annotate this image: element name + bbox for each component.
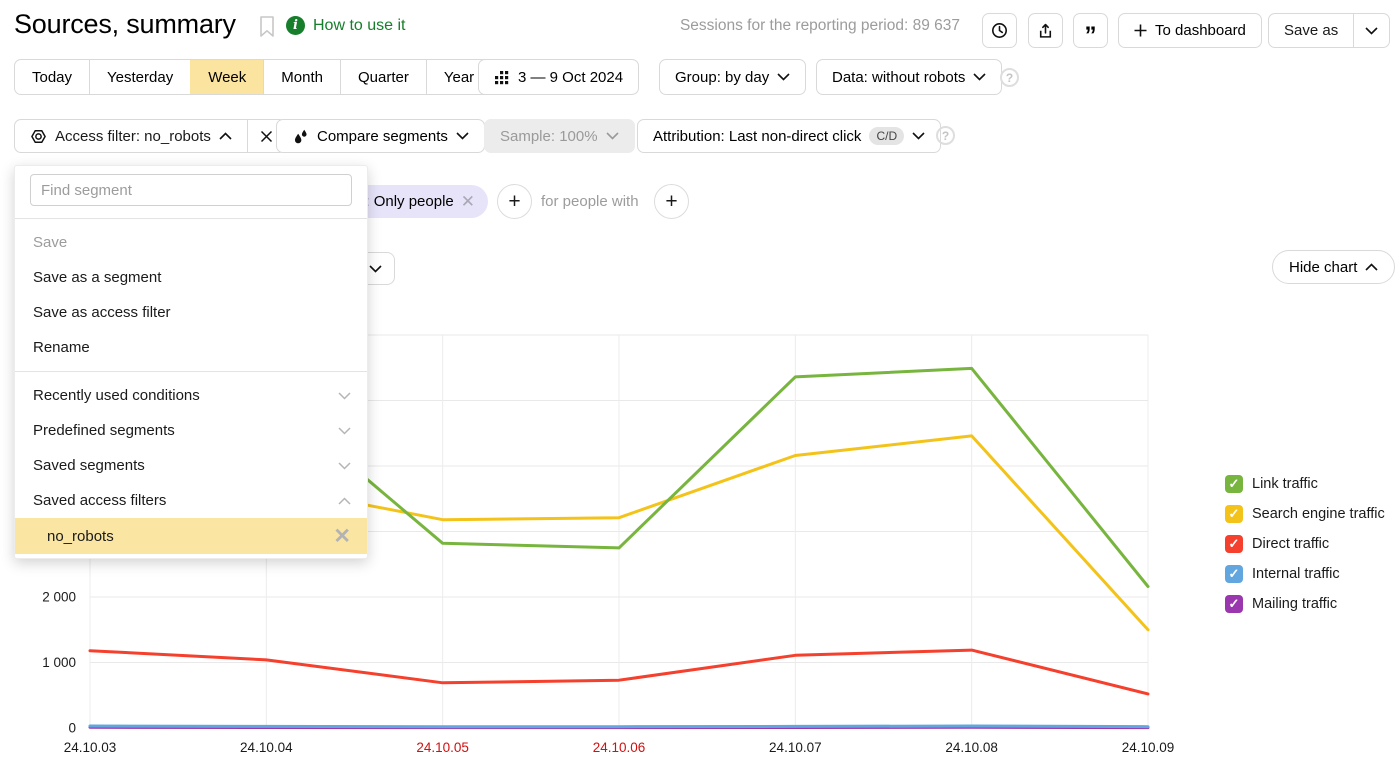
- segment-dropdown-panel: SaveSave as a segmentSave as access filt…: [14, 165, 368, 559]
- legend-item: ✓ Mailing traffic: [1225, 594, 1337, 614]
- sources-summary-page: Sources, summary i How to use it Session…: [0, 0, 1400, 765]
- legend-label: Link traffic: [1252, 476, 1318, 492]
- legend-checkbox[interactable]: ✓: [1225, 505, 1243, 523]
- saved-filter-no_robots[interactable]: no_robots✕: [15, 518, 367, 554]
- menu-group-recently-used-conditions[interactable]: Recently used conditions: [15, 378, 367, 413]
- menu-item-save-as-access-filter[interactable]: Save as access filter: [15, 295, 367, 330]
- menu-group-saved-access-filters[interactable]: Saved access filters: [15, 483, 367, 518]
- segment-search-input[interactable]: [30, 174, 352, 206]
- x-axis-label: 24.10.08: [945, 740, 998, 755]
- menu-item-rename[interactable]: Rename: [15, 330, 367, 365]
- divider: [15, 218, 367, 219]
- legend-checkbox[interactable]: ✓: [1225, 475, 1243, 493]
- chart-line-internal-traffic: [90, 726, 1148, 727]
- x-axis-label: 24.10.03: [64, 740, 117, 755]
- legend-label: Internal traffic: [1252, 566, 1340, 582]
- x-axis-label: 24.10.09: [1122, 740, 1175, 755]
- chevron-down-icon: [338, 462, 351, 470]
- chevron-down-icon: [338, 392, 351, 400]
- y-axis-label: 0: [68, 721, 76, 736]
- x-axis-label: 24.10.07: [769, 740, 822, 755]
- y-axis-label: 2 000: [42, 590, 76, 605]
- legend-label: Mailing traffic: [1252, 596, 1337, 612]
- legend-label: Direct traffic: [1252, 536, 1329, 552]
- legend-label: Search engine traffic: [1252, 506, 1385, 522]
- segment-menu-groups: Recently used conditionsPredefined segme…: [15, 378, 367, 554]
- legend-item: ✓ Direct traffic: [1225, 534, 1329, 554]
- chevron-up-icon: [338, 497, 351, 505]
- divider: [15, 371, 367, 372]
- x-axis-label: 24.10.05: [416, 740, 469, 755]
- x-axis-label: 24.10.06: [593, 740, 646, 755]
- menu-group-saved-segments[interactable]: Saved segments: [15, 448, 367, 483]
- menu-item-save-as-a-segment[interactable]: Save as a segment: [15, 260, 367, 295]
- menu-group-predefined-segments[interactable]: Predefined segments: [15, 413, 367, 448]
- x-axis-label: 24.10.04: [240, 740, 293, 755]
- legend-checkbox[interactable]: ✓: [1225, 595, 1243, 613]
- remove-saved-filter-icon[interactable]: ✕: [333, 526, 351, 547]
- segment-menu-actions: SaveSave as a segmentSave as access filt…: [15, 225, 367, 365]
- chevron-down-icon: [338, 427, 351, 435]
- legend-item: ✓ Link traffic: [1225, 474, 1318, 494]
- legend-item: ✓ Search engine traffic: [1225, 504, 1385, 524]
- legend-checkbox[interactable]: ✓: [1225, 535, 1243, 553]
- legend-item: ✓ Internal traffic: [1225, 564, 1340, 584]
- y-axis-label: 1 000: [42, 655, 76, 670]
- menu-item-save: Save: [15, 225, 367, 260]
- legend-checkbox[interactable]: ✓: [1225, 565, 1243, 583]
